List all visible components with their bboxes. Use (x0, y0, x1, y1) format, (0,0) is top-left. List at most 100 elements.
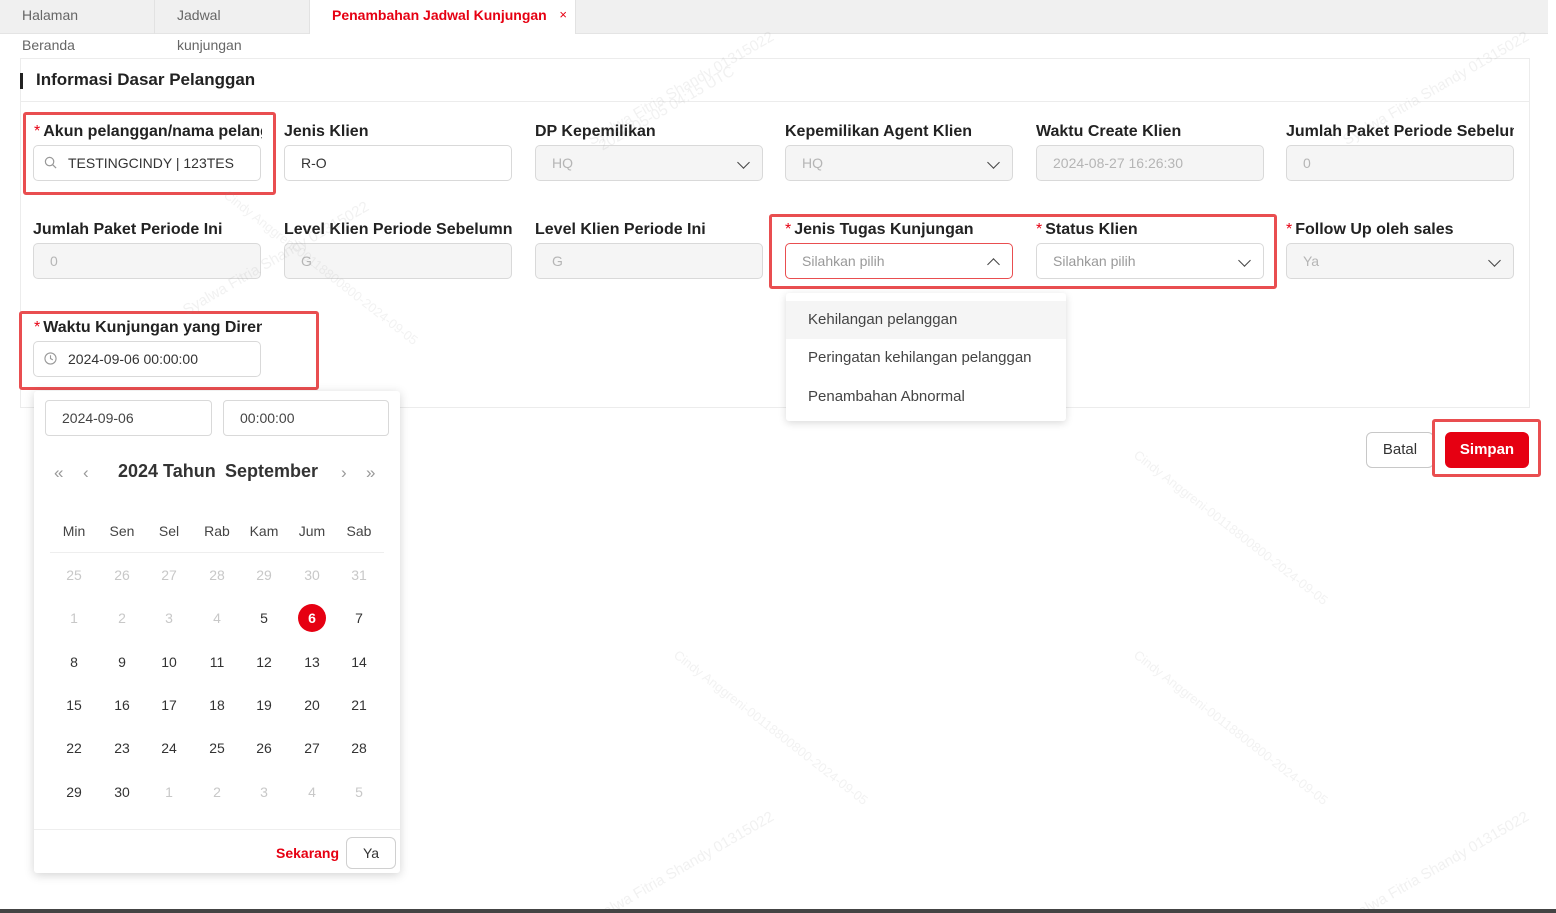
calendar-day[interactable]: 20 (298, 691, 326, 719)
calendar-day[interactable]: 23 (108, 734, 136, 762)
watermark: Syalwa Fitria Shandy 01315022 (584, 808, 777, 913)
calendar-day[interactable]: 8 (60, 648, 88, 676)
calendar-day[interactable]: 9 (108, 648, 136, 676)
calendar-day[interactable]: 2 (108, 604, 136, 632)
calendar-day[interactable]: 30 (298, 561, 326, 589)
calendar-day[interactable]: 5 (250, 604, 278, 632)
calendar-day[interactable]: 29 (250, 561, 278, 589)
calendar-day[interactable]: 17 (155, 691, 183, 719)
calendar-day[interactable]: 26 (250, 734, 278, 762)
required-mark: * (1286, 221, 1293, 238)
dropdown-option[interactable]: Peringatan kehilangan pelanggan (786, 339, 1066, 377)
calendar-day[interactable]: 15 (60, 691, 88, 719)
divider (50, 552, 384, 553)
tab-halaman-beranda[interactable]: Halaman Beranda (0, 0, 155, 53)
follow-up-select: Ya (1286, 243, 1514, 279)
level-ini-label: Level Klien Periode Ini (535, 221, 706, 238)
label-text: Follow Up oleh sales (1295, 221, 1454, 238)
calendar-day[interactable]: 12 (250, 648, 278, 676)
calendar-day[interactable]: 7 (345, 604, 373, 632)
calendar-day[interactable]: 18 (203, 691, 231, 719)
watermark: Cindy Anggreni-00118800800-2024-09-05 (671, 647, 871, 808)
dp-label: DP Kepemilikan (535, 123, 656, 140)
waktu-create-input: 2024-08-27 16:26:30 (1036, 145, 1264, 181)
calendar-day[interactable]: 26 (108, 561, 136, 589)
jenis-tugas-dropdown: Kehilangan pelanggan Peringatan kehilang… (786, 293, 1066, 421)
watermark: Cindy Anggreni-00118800800-2024-09-05 (1131, 647, 1331, 808)
calendar-day[interactable]: 5 (345, 778, 373, 806)
watermark: Cindy Anggreni-00118800800-2024-09-05 (1131, 447, 1331, 608)
calendar-day[interactable]: 25 (203, 734, 231, 762)
prev-year-icon[interactable]: « (54, 463, 63, 483)
jumlah-sebelum-label: Jumlah Paket Periode Sebelumnya (1286, 123, 1514, 140)
waktu-create-label: Waktu Create Klien (1036, 123, 1182, 140)
dp-select: HQ (535, 145, 763, 181)
jumlah-sebelum-input: 0 (1286, 145, 1514, 181)
divider (34, 829, 400, 830)
calendar-day[interactable]: 28 (203, 561, 231, 589)
time-input[interactable]: 00:00:00 (223, 400, 389, 436)
calendar-day[interactable]: 24 (155, 734, 183, 762)
section-title: Informasi Dasar Pelanggan (36, 70, 256, 89)
calendar-day[interactable]: 3 (155, 604, 183, 632)
select-value: HQ (552, 155, 573, 171)
watermark: Syalwa Fitria Shandy 01315022 (1339, 808, 1532, 913)
calendar-day[interactable]: 19 (250, 691, 278, 719)
calendar-day[interactable]: 4 (203, 604, 231, 632)
calendar-day[interactable]: 30 (108, 778, 136, 806)
level-ini-input: G (535, 243, 763, 279)
highlight-box (19, 311, 319, 390)
calendar-day[interactable]: 10 (155, 648, 183, 676)
chevron-down-icon (987, 156, 1000, 169)
highlight-box (23, 112, 276, 195)
date-input[interactable]: 2024-09-06 (45, 400, 212, 436)
calendar-day[interactable]: 13 (298, 648, 326, 676)
weekday-header: Sel (158, 523, 180, 539)
now-link[interactable]: Sekarang (276, 845, 339, 861)
calendar-day[interactable]: 14 (345, 648, 373, 676)
highlight-box (769, 214, 1277, 289)
select-value: HQ (802, 155, 823, 171)
agent-label: Kepemilikan Agent Klien (785, 123, 972, 140)
confirm-button[interactable]: Ya (346, 837, 396, 869)
calendar-day[interactable]: 11 (203, 648, 231, 676)
prev-month-icon[interactable]: ‹ (83, 463, 89, 483)
jenis-klien-label: Jenis Klien (284, 123, 369, 140)
date-picker: 2024-09-06 00:00:00 « ‹ 2024 Tahun Septe… (34, 391, 400, 873)
weekday-header: Kam (249, 523, 279, 539)
bottom-border (0, 909, 1556, 913)
calendar-day[interactable]: 1 (155, 778, 183, 806)
calendar-day[interactable]: 28 (345, 734, 373, 762)
calendar-day[interactable]: 25 (60, 561, 88, 589)
tab-jadwal-kunjungan[interactable]: Jadwal kunjungan (155, 0, 310, 53)
cancel-button[interactable]: Batal (1366, 432, 1434, 468)
calendar-day[interactable]: 22 (60, 734, 88, 762)
select-value: Ya (1303, 253, 1320, 269)
tab-bar: Halaman Beranda Jadwal kunjungan Penamba… (0, 0, 1548, 53)
close-icon[interactable]: × (559, 0, 567, 30)
jumlah-ini-label: Jumlah Paket Periode Ini (33, 221, 223, 238)
calendar-day[interactable]: 3 (250, 778, 278, 806)
calendar-year[interactable]: 2024 Tahun (118, 461, 216, 482)
calendar-day[interactable]: 4 (298, 778, 326, 806)
dropdown-option[interactable]: Kehilangan pelanggan (786, 301, 1066, 339)
chevron-down-icon (1488, 254, 1501, 267)
divider (20, 101, 1530, 102)
section-marker (20, 73, 23, 89)
calendar-day[interactable]: 27 (155, 561, 183, 589)
calendar-day[interactable]: 31 (345, 561, 373, 589)
calendar-day-selected[interactable]: 6 (298, 604, 326, 632)
dropdown-option[interactable]: Penambahan Abnormal (786, 378, 1066, 416)
next-month-icon[interactable]: › (341, 463, 347, 483)
tab-penambahan-jadwal[interactable]: Penambahan Jadwal Kunjungan × (310, 0, 576, 34)
calendar-month[interactable]: September (225, 461, 318, 482)
calendar-day[interactable]: 16 (108, 691, 136, 719)
level-sebelum-label: Level Klien Periode Sebelumnya (284, 221, 512, 238)
calendar-day[interactable]: 1 (60, 604, 88, 632)
calendar-day[interactable]: 2 (203, 778, 231, 806)
calendar-day[interactable]: 27 (298, 734, 326, 762)
jenis-klien-input[interactable]: R-O (284, 145, 512, 181)
calendar-day[interactable]: 29 (60, 778, 88, 806)
calendar-day[interactable]: 21 (345, 691, 373, 719)
next-year-icon[interactable]: » (366, 463, 375, 483)
